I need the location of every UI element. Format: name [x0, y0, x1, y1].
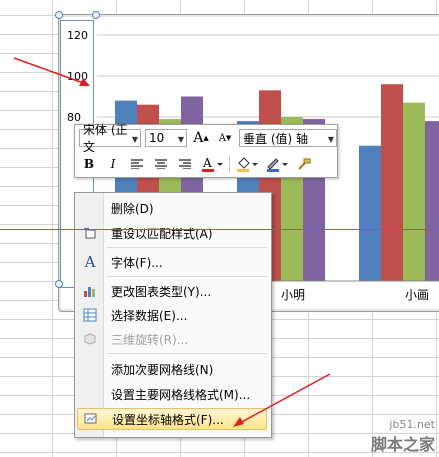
chevron-down-icon: ▼: [177, 135, 184, 144]
menu-item-label: 设置主要网格线格式(M)...: [111, 387, 251, 402]
menu-item-label: 字体(F)...: [111, 255, 163, 270]
resize-handle-top-left[interactable]: [55, 11, 63, 19]
font-icon: A: [84, 253, 96, 271]
align-right-button[interactable]: [175, 155, 195, 173]
resize-handle-bottom-left[interactable]: [55, 280, 63, 288]
menu-item-select-data[interactable]: 选择数据(E)...: [77, 304, 267, 326]
fill-color-button[interactable]: [234, 155, 260, 173]
chevron-down-icon: ▼: [131, 135, 138, 144]
menu-item-label: 更改图表类型(Y)...: [111, 284, 212, 299]
chart-element-select[interactable]: 垂直 (值) 轴 ▼: [239, 129, 337, 147]
select-data-icon: [77, 304, 103, 326]
format-painter-icon: [298, 158, 311, 170]
font-name-select[interactable]: 宋体 (正文 ▼: [79, 123, 141, 154]
align-left-icon: [131, 159, 143, 169]
watermark-site: 脚本之家: [370, 435, 435, 454]
x-category-label: 小明: [281, 288, 305, 302]
menu-item-delete[interactable]: 删除(D): [77, 197, 267, 219]
x-category-label: 小画: [405, 288, 429, 302]
font-size-value: 10: [149, 131, 165, 145]
menu-item-3d-rotation: 三维旋转(R)...: [77, 328, 267, 350]
bold-icon: B: [83, 157, 95, 171]
watermark: jb51.net 脚本之家: [371, 418, 435, 455]
bar-series-2-group-3[interactable]: [381, 84, 403, 281]
menu-item-reset-style[interactable]: 重设以匹配样式(A): [77, 222, 267, 244]
menu-separator: [107, 276, 267, 277]
font-color-icon: A: [202, 156, 223, 172]
format-axis-icon: [78, 408, 104, 430]
svg-text:A: A: [202, 156, 212, 170]
menu-item-change-chart-type[interactable]: 更改图表类型(Y)...: [77, 280, 267, 302]
paint-bucket-icon: [237, 157, 258, 172]
bar-series-3-group-3[interactable]: [403, 102, 425, 282]
menu-item-label: 设置坐标轴格式(F)...: [112, 412, 224, 427]
bar-series-1-group-3[interactable]: [359, 145, 381, 281]
menu-item-label: 删除(D): [111, 201, 154, 216]
italic-button[interactable]: I: [103, 155, 123, 173]
align-center-icon: [155, 159, 167, 169]
menu-item-label: 选择数据(E)...: [111, 308, 188, 323]
chart-element-value: 垂直 (值) 轴: [243, 131, 308, 146]
bar-series-4-group-3[interactable]: [425, 121, 439, 281]
menu-item-format-major-gridlines[interactable]: 设置主要网格线格式(M)...: [77, 383, 267, 405]
menu-item-label: 重设以匹配样式(A): [111, 226, 213, 241]
align-left-button[interactable]: [127, 155, 147, 173]
menu-item-format-axis[interactable]: 设置坐标轴格式(F)...: [77, 408, 267, 430]
grow-font-icon: A: [193, 130, 204, 146]
menu-item-label: 三维旋转(R)...: [111, 332, 189, 347]
font-size-select[interactable]: 10 ▼: [145, 129, 187, 147]
red-guide-line: [0, 229, 439, 230]
chevron-down-icon: ▼: [327, 135, 334, 144]
align-right-icon: [179, 159, 191, 169]
menu-item-add-minor-gridlines[interactable]: 添加次要网格线(N): [77, 358, 267, 380]
toolbar-separator: [229, 156, 230, 172]
format-painter-button[interactable]: [294, 155, 314, 173]
italic-icon: I: [110, 157, 116, 171]
outline-color-button[interactable]: [264, 155, 290, 173]
shrink-font-button[interactable]: A ▼: [215, 129, 235, 147]
pen-icon: [267, 158, 288, 172]
menu-item-font[interactable]: A 字体(F)...: [77, 251, 267, 273]
chart-type-icon: [77, 280, 103, 302]
resize-handle-top-right[interactable]: [92, 11, 100, 19]
grow-font-button[interactable]: A ▲: [191, 129, 211, 147]
menu-separator: [107, 247, 267, 248]
mini-format-toolbar: 宋体 (正文 ▼ 10 ▼ A ▲ A ▼ 垂直 (值) 轴 ▼ B I A: [74, 123, 338, 178]
shrink-font-icon: A: [218, 132, 226, 144]
menu-item-label: 添加次要网格线(N): [111, 362, 214, 377]
reset-style-icon: [77, 222, 103, 244]
bold-button[interactable]: B: [79, 155, 99, 173]
font-color-button[interactable]: A: [199, 155, 225, 173]
rotate-3d-icon: [77, 328, 103, 350]
watermark-url: jb51.net: [389, 418, 435, 431]
font-name-value: 宋体 (正文: [83, 123, 128, 154]
align-center-button[interactable]: [151, 155, 171, 173]
menu-separator: [107, 353, 267, 354]
